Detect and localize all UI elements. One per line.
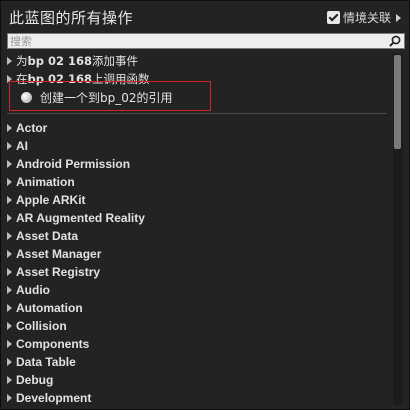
category-item[interactable]: Automation	[7, 299, 83, 317]
triangle-right-icon[interactable]	[7, 214, 12, 222]
triangle-right-icon[interactable]	[7, 160, 12, 168]
triangle-right-icon[interactable]	[7, 232, 12, 240]
triangle-right-icon[interactable]	[7, 196, 12, 204]
context-sensitive-toggle[interactable]: 情境关联	[326, 9, 401, 26]
category-label: Collision	[16, 319, 67, 333]
category-label: AR Augmented Reality	[16, 211, 145, 225]
search-input[interactable]	[10, 34, 380, 48]
category-label: Development	[16, 391, 92, 405]
category-label: Apple ARKit	[16, 193, 86, 207]
magnifier-icon[interactable]	[389, 35, 401, 47]
triangle-right-icon[interactable]	[7, 250, 12, 258]
category-label: Asset Data	[16, 229, 79, 243]
triangle-right-icon[interactable]	[7, 57, 12, 65]
list-item-create-reference[interactable]: 创建一个到bp_02的引用	[21, 88, 173, 106]
action-list: 为 bp 02 168 添加事件 在 bp 02 168 上调用函数 创建一个到bp_0…	[7, 51, 389, 407]
category-label: Animation	[16, 175, 75, 189]
category-item[interactable]: Development	[7, 389, 91, 407]
menu-title: 此蓝图的所有操作	[9, 9, 134, 27]
category-item[interactable]: Android Permission	[7, 155, 130, 173]
category-item[interactable]: Debug	[7, 371, 53, 389]
category-label: Components	[16, 337, 90, 351]
category-label: Asset Registry	[16, 265, 101, 279]
item-suffix: 添加事件	[91, 54, 138, 68]
scrollbar-thumb[interactable]	[394, 55, 401, 149]
triangle-right-icon[interactable]	[7, 358, 12, 366]
triangle-right-icon[interactable]	[7, 304, 12, 312]
arrow-right-icon[interactable]	[396, 13, 401, 22]
category-item[interactable]: Actor	[7, 119, 47, 137]
item-prefix: 为	[16, 54, 28, 68]
category-item[interactable]: Data Table	[7, 353, 76, 371]
category-item[interactable]: AI	[7, 137, 28, 155]
category-label: Data Table	[16, 355, 76, 369]
check-icon[interactable]	[326, 11, 340, 24]
scrollbar[interactable]	[393, 53, 403, 405]
triangle-right-icon[interactable]	[7, 286, 12, 294]
context-sensitive-label: 情境关联	[342, 11, 391, 25]
category-item[interactable]: Apple ARKit	[7, 191, 86, 209]
action-menu-panel: 此蓝图的所有操作 情境关联 为bp 02 168添加事件 在bp 02 168上…	[0, 0, 410, 410]
category-label: Actor	[16, 121, 48, 135]
category-item[interactable]: Asset Manager	[7, 245, 101, 263]
triangle-right-icon[interactable]	[7, 178, 12, 186]
category-label: Debug	[16, 373, 54, 387]
triangle-right-icon[interactable]	[7, 322, 12, 330]
category-label: AI	[16, 139, 28, 153]
category-label: Audio	[16, 283, 50, 297]
radio-dot-icon	[21, 91, 32, 103]
category-item[interactable]: Asset Data	[7, 227, 78, 245]
divider	[7, 113, 387, 114]
category-item[interactable]: Animation	[7, 173, 75, 191]
menu-header: 此蓝图的所有操作 情境关联	[1, 1, 410, 33]
reference-label: 创建一个到bp_02的引用	[40, 90, 173, 105]
list-item-add-event[interactable]: 为 bp 02 168 添加事件	[7, 52, 138, 70]
category-item[interactable]: Asset Registry	[7, 263, 100, 281]
triangle-right-icon[interactable]	[7, 376, 12, 384]
category-item[interactable]: Collision	[7, 317, 67, 335]
triangle-right-icon[interactable]	[7, 394, 12, 402]
triangle-right-icon[interactable]	[7, 142, 12, 150]
category-label: Automation	[16, 301, 83, 315]
triangle-right-icon[interactable]	[7, 124, 12, 132]
category-label: Asset Manager	[16, 247, 102, 261]
category-item[interactable]: Audio	[7, 281, 50, 299]
triangle-right-icon[interactable]	[7, 340, 12, 348]
triangle-right-icon[interactable]	[7, 268, 12, 276]
search-box[interactable]	[7, 33, 405, 49]
item-bold: bp 02 168	[27, 54, 92, 68]
category-item[interactable]: Components	[7, 335, 89, 353]
category-label: Android Permission	[16, 157, 131, 171]
category-item[interactable]: AR Augmented Reality	[7, 209, 145, 227]
